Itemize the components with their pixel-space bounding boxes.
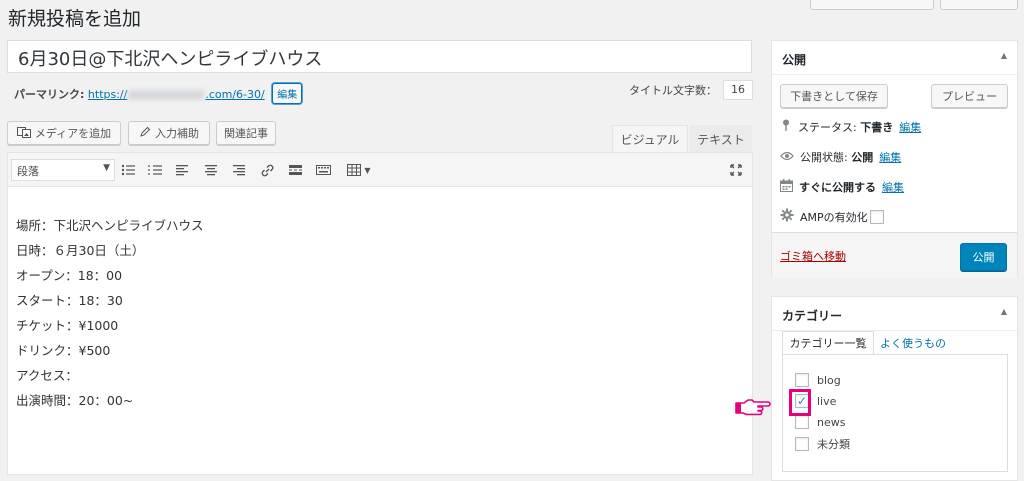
tab-all-categories[interactable]: カテゴリー一覧 (782, 331, 874, 355)
chevron-down-icon: ▼ (103, 163, 110, 173)
content-line[interactable]: チケット：¥1000 (16, 315, 118, 334)
post-title-input[interactable]: 6月30日@下北沢ヘンピライブハウス (7, 40, 752, 73)
content-line[interactable]: オープン：18：00 (16, 265, 122, 284)
blurred-domain (128, 90, 205, 100)
pin-icon (780, 119, 792, 135)
table-icon[interactable]: ▼ (344, 162, 374, 178)
highlight-box (789, 389, 811, 416)
table-chevron-down-icon: ▼ (364, 165, 371, 175)
permalink-edit-button[interactable]: 編集 (272, 83, 303, 104)
help-button[interactable] (940, 0, 1018, 10)
pencil-icon (139, 126, 151, 141)
add-media-button[interactable]: メディアを追加 (7, 121, 121, 145)
align-right-icon[interactable] (231, 162, 247, 178)
bullet-list-icon[interactable] (120, 162, 136, 178)
publish-button[interactable]: 公開 (960, 243, 1007, 271)
category-checkbox-blog[interactable] (795, 373, 809, 387)
permalink-label: パーマリンク: (14, 88, 85, 101)
content-line[interactable]: アクセス： (16, 365, 78, 384)
trash-link[interactable]: ゴミ箱へ移動 (780, 248, 846, 264)
categories-header[interactable]: カテゴリー ▲ (772, 297, 1017, 331)
content-line[interactable]: 出演時間：20：00~ (16, 390, 133, 409)
related-posts-button[interactable]: 関連記事 (216, 121, 276, 145)
amp-row: AMPの有効化 (780, 208, 884, 225)
list-item[interactable]: blog (795, 373, 841, 387)
eye-icon (780, 151, 794, 164)
permalink-row: パーマリンク: https://.com/6-30/ 編集 (14, 83, 303, 104)
pointing-hand-icon (734, 397, 774, 422)
content-line[interactable]: 場所：下北沢ヘンピライブハウス (16, 215, 204, 234)
format-select[interactable]: 段落 ▼ (11, 159, 115, 181)
calendar-icon (780, 179, 793, 195)
status-edit-link[interactable]: 編集 (899, 119, 921, 135)
gear-icon (780, 208, 794, 225)
collapse-icon[interactable]: ▲ (1001, 307, 1007, 316)
list-item[interactable]: news (795, 415, 845, 429)
content-line[interactable]: 日時：６月30日（土） (16, 240, 144, 259)
tab-popular-categories[interactable]: よく使うもの (880, 331, 946, 355)
content-line[interactable]: ドリンク：¥500 (16, 340, 110, 359)
preview-button[interactable]: プレビュー (931, 84, 1008, 108)
schedule-row: すぐに公開する 編集 (780, 179, 904, 195)
tab-visual[interactable]: ビジュアル (612, 125, 688, 153)
editor: 段落 ▼ ▼ 場所：下北沢ヘンピライブハウス 日時：６月30日（土） オープン：… (7, 152, 753, 475)
screen-options-button[interactable] (810, 0, 934, 10)
tab-text[interactable]: テキスト (690, 125, 752, 153)
publish-actions: ゴミ箱へ移動 公開 (772, 232, 1017, 278)
content-line[interactable]: スタート：18：30 (16, 290, 123, 309)
input-assist-button[interactable]: 入力補助 (128, 121, 210, 145)
permalink-link[interactable]: https://.com/6-30/ (88, 88, 265, 101)
editor-toolbar: 段落 ▼ ▼ (8, 153, 752, 187)
amp-checkbox[interactable] (869, 209, 884, 224)
keyboard-icon[interactable] (315, 162, 331, 178)
list-item[interactable]: 未分類 (795, 436, 850, 452)
page-title: 新規投稿を追加 (8, 8, 142, 30)
collapse-icon[interactable]: ▲ (1001, 51, 1007, 60)
schedule-edit-link[interactable]: 編集 (882, 179, 904, 195)
category-list: blog ✓ live news 未分類 (782, 354, 1008, 472)
save-draft-button[interactable]: 下書きとして保存 (780, 84, 888, 108)
numbered-list-icon[interactable] (147, 162, 163, 178)
title-count-label: タイトル文字数： (629, 84, 717, 97)
publish-header[interactable]: 公開 ▲ (772, 41, 1017, 75)
visibility-edit-link[interactable]: 編集 (879, 149, 901, 165)
status-row: ステータス: 下書き 編集 (780, 119, 921, 135)
visibility-row: 公開状態: 公開 編集 (780, 149, 901, 165)
title-count: タイトル文字数： 16 (629, 80, 753, 100)
title-count-value: 16 (723, 80, 753, 100)
fullscreen-icon[interactable] (728, 162, 744, 178)
category-checkbox-news[interactable] (795, 415, 809, 429)
link-icon[interactable] (259, 162, 275, 178)
align-left-icon[interactable] (174, 162, 190, 178)
category-checkbox-uncategorized[interactable] (795, 437, 809, 451)
align-center-icon[interactable] (203, 162, 219, 178)
media-icon (16, 126, 31, 141)
read-more-icon[interactable] (287, 162, 303, 178)
publish-box: 公開 ▲ 下書きとして保存 プレビュー ステータス: 下書き 編集 公開状態: … (771, 40, 1018, 278)
